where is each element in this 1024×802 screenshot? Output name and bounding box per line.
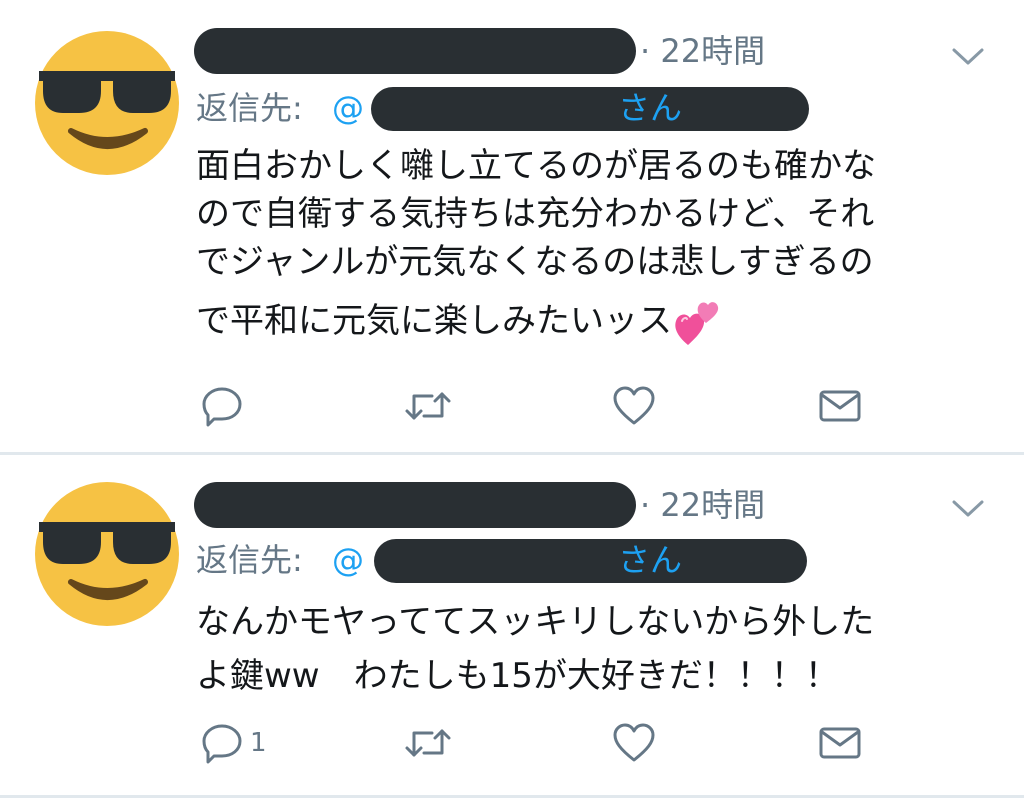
reply-icon	[202, 724, 242, 764]
timestamp[interactable]: · 22時間	[640, 485, 765, 525]
direct-message-button[interactable]	[818, 721, 862, 765]
chevron-down-icon[interactable]	[950, 44, 986, 68]
envelope-icon	[819, 390, 861, 422]
reply-icon	[202, 387, 242, 427]
tweet-text-line: 面白おかしく囃し立てるのが居るのも確かな	[196, 146, 876, 186]
like-button[interactable]	[612, 721, 662, 765]
reply-context: 返信先: @ さん	[196, 86, 809, 131]
display-name-redacted[interactable]	[194, 482, 636, 528]
retweet-button[interactable]	[404, 721, 458, 765]
heart-icon	[613, 386, 655, 425]
reply-handle-at[interactable]: @	[332, 89, 364, 127]
two-hearts-emoji	[675, 301, 719, 345]
direct-message-button[interactable]	[818, 384, 862, 428]
timeline-feed: · 22時間 返信先: @ さん 面白おかしく囃し立てるのが居るのも確かな ので…	[0, 0, 1024, 802]
tweet-divider	[0, 795, 1024, 798]
tweet-text-line: でジャンルが元気なくなるのは悲しすぎるの	[196, 242, 874, 282]
timestamp[interactable]: · 22時間	[640, 31, 765, 71]
avatar[interactable]	[33, 480, 181, 628]
tweet-text-line: なんかモヤっててスッキリしないから外した	[196, 602, 875, 642]
reply-handle-redacted[interactable]	[374, 539, 807, 583]
tweet-text-line: で平和に元気に楽しみたいッス	[196, 301, 672, 341]
reply-button[interactable]	[200, 384, 250, 428]
tweet-text-last-line: で平和に元気に楽しみたいッス	[196, 286, 986, 356]
reply-prefix: 返信先:	[196, 89, 303, 127]
reply-prefix: 返信先:	[196, 541, 303, 579]
tweet-text-line: よ鍵ww わたしも15が大好きだ！！！！	[196, 656, 839, 696]
tweet-text-line: ので自衛する気持ちは充分わかるけど、それ	[196, 194, 875, 234]
avatar[interactable]	[33, 29, 181, 177]
tweet-actions	[0, 384, 1024, 428]
reply-handle-redacted[interactable]	[371, 87, 809, 131]
tweet-actions: 1	[0, 721, 1024, 765]
chevron-down-icon[interactable]	[950, 496, 986, 520]
tweet-text: なんかモヤっててスッキリしないから外した よ鍵ww わたしも15が大好きだ！！！…	[196, 595, 986, 703]
tweet[interactable]: · 22時間 返信先: @ さん なんかモヤっててスッキリしないから外した よ鍵…	[0, 455, 1024, 795]
reply-suffix[interactable]: さん	[618, 86, 682, 130]
reply-handle-at[interactable]: @	[332, 541, 364, 579]
heart-icon	[613, 723, 655, 762]
reply-suffix[interactable]: さん	[618, 538, 682, 582]
envelope-icon	[819, 727, 861, 759]
like-button[interactable]	[612, 384, 662, 428]
retweet-icon	[405, 392, 451, 420]
retweet-button[interactable]	[404, 384, 458, 428]
reply-button[interactable]: 1	[200, 721, 267, 765]
reply-context: 返信先: @ さん	[196, 538, 807, 583]
retweet-icon	[405, 729, 451, 757]
reply-count: 1	[250, 728, 267, 758]
display-name-redacted[interactable]	[194, 28, 636, 74]
tweet[interactable]: · 22時間 返信先: @ さん 面白おかしく囃し立てるのが居るのも確かな ので…	[0, 0, 1024, 452]
tweet-text: 面白おかしく囃し立てるのが居るのも確かな ので自衛する気持ちは充分わかるけど、そ…	[196, 142, 986, 356]
